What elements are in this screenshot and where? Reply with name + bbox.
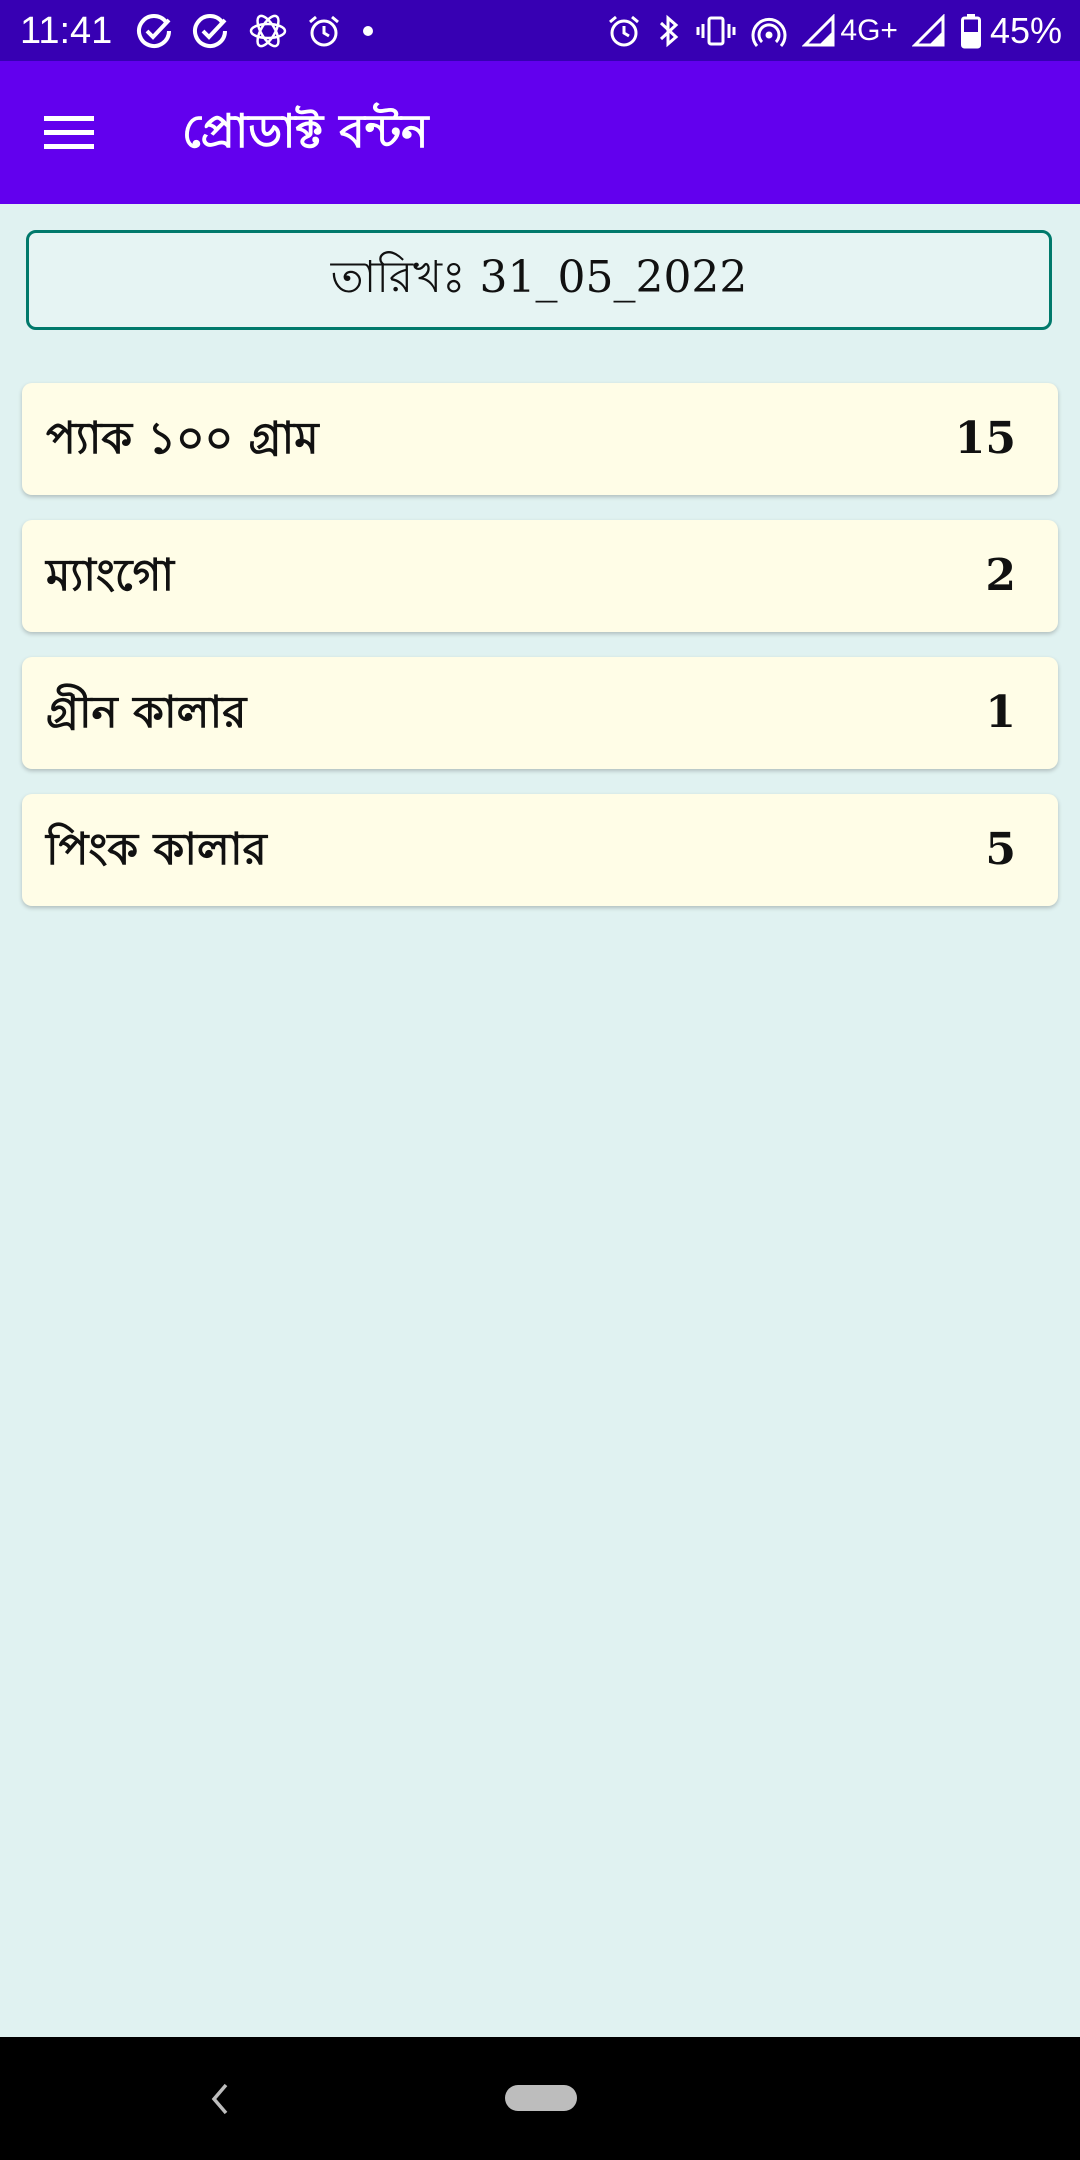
menu-button[interactable]	[30, 101, 110, 165]
app-bar: প্রোডাক্ট বন্টন	[0, 61, 1080, 204]
date-display: তারিখঃ 31_05_2022	[26, 230, 1052, 330]
product-name: পিংক কালার	[46, 824, 267, 875]
list-item[interactable]: ম্যাংগো 2	[22, 520, 1058, 632]
hotspot-icon	[750, 13, 788, 49]
back-button[interactable]	[200, 2077, 240, 2121]
battery-icon	[960, 13, 982, 49]
list-item[interactable]: গ্রীন কালার 1	[22, 657, 1058, 769]
alarm-icon	[606, 13, 642, 49]
status-left-icons	[136, 10, 394, 52]
navigation-bar	[0, 2037, 1080, 2160]
product-quantity: 2	[985, 550, 1016, 601]
list-item[interactable]: পিংক কালার 5	[22, 794, 1058, 906]
hamburger-menu-icon[interactable]	[44, 114, 96, 152]
dot-icon	[360, 23, 376, 39]
network-type-label: 4G+	[840, 14, 898, 47]
product-quantity: 15	[954, 413, 1016, 464]
battery-percentage: 45%	[989, 10, 1062, 51]
date-label: তারিখঃ 31_05_2022	[330, 251, 748, 303]
status-bar: 11:41 4G+ 45%	[0, 0, 1080, 61]
vibrate-icon	[696, 13, 736, 49]
bluetooth-icon	[656, 13, 682, 49]
check-circle-icon	[136, 12, 174, 50]
signal-icon	[802, 14, 836, 48]
product-name: গ্রীন কালার	[46, 687, 247, 738]
signal-icon	[911, 14, 946, 48]
atom-icon	[248, 11, 288, 51]
alarm-icon	[306, 13, 342, 49]
home-pill-icon[interactable]	[505, 2085, 577, 2111]
product-name: ম্যাংগো	[46, 550, 175, 601]
product-quantity: 5	[985, 824, 1016, 875]
list-item[interactable]: প্যাক ১০০ গ্রাম 15	[22, 383, 1058, 495]
product-quantity: 1	[985, 687, 1016, 738]
check-circle-icon	[192, 12, 230, 50]
page-title: প্রোডাক্ট বন্টন	[182, 104, 429, 158]
back-chevron-icon[interactable]	[210, 2082, 230, 2116]
status-right-icons: 4G+ 45%	[592, 8, 1062, 54]
product-name: প্যাক ১০০ গ্রাম	[46, 413, 319, 464]
product-list: প্যাক ১০০ গ্রাম 15 ম্যাংগো 2 গ্রীন কালার…	[22, 383, 1058, 931]
status-time: 11:41	[20, 10, 113, 52]
